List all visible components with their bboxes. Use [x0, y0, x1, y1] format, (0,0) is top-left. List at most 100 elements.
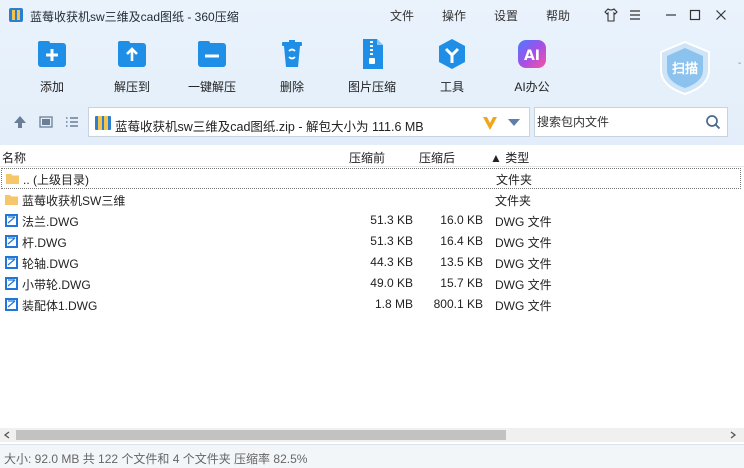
- file-packed-size: 800.1 KB: [433, 297, 483, 311]
- hamburger-icon: [630, 10, 640, 20]
- scroll-right-button[interactable]: [726, 428, 740, 442]
- tools-button[interactable]: 工具: [416, 38, 488, 96]
- zip-file-icon: [363, 39, 383, 69]
- ai-office-button[interactable]: AI AI办公: [496, 38, 568, 96]
- file-packed-size: 16.0 KB: [440, 213, 483, 227]
- list-view-icon[interactable]: [64, 114, 80, 130]
- shirt-icon: [604, 8, 618, 22]
- ai-office-icon: AI: [518, 40, 546, 68]
- dwg-file-icon: [5, 235, 18, 248]
- list-item[interactable]: 小带轮.DWG 49.0 KB 15.7 KB DWG 文件: [0, 273, 744, 294]
- file-size: 1.8 MB: [374, 297, 413, 311]
- menu-file[interactable]: 文件: [390, 7, 414, 24]
- minimize-button[interactable]: [660, 5, 682, 25]
- list-item[interactable]: 蓝莓收获机SW三维 文件夹: [0, 189, 744, 210]
- close-button[interactable]: [710, 5, 732, 25]
- app-window: 蓝莓收获机sw三维及cad图纸 - 360压缩 文件 操作 设置 帮助 添加 解…: [0, 0, 744, 468]
- file-size: 51.3 KB: [370, 213, 413, 227]
- trash-icon: [282, 40, 302, 67]
- right-edge-mark: -: [738, 58, 742, 69]
- search-icon[interactable]: [705, 114, 721, 130]
- file-name: 蓝莓收获机SW三维: [22, 194, 126, 208]
- file-type: DWG 文件: [495, 299, 552, 313]
- maximize-icon: [689, 9, 701, 21]
- file-list-header: 名称 压缩前 压缩后 ▲ 类型: [0, 145, 744, 167]
- column-name[interactable]: 名称: [2, 149, 26, 166]
- add-icon: [38, 41, 66, 67]
- file-type: DWG 文件: [495, 278, 552, 292]
- dwg-file-icon: [5, 214, 18, 227]
- delete-button[interactable]: 删除: [256, 38, 328, 96]
- ai-office-label: AI办公: [514, 80, 550, 94]
- chevron-down-icon[interactable]: [507, 118, 521, 128]
- extract-to-icon: [118, 41, 146, 67]
- path-text: 蓝莓收获机sw三维及cad图纸.zip - 解包大小为 111.6 MB: [115, 120, 424, 134]
- main-menu-button[interactable]: [624, 5, 646, 25]
- menu-settings[interactable]: 设置: [494, 7, 518, 24]
- status-text: 大小: 92.0 MB 共 122 个文件和 4 个文件夹 压缩率 82.5%: [4, 452, 308, 466]
- file-type: 文件夹: [495, 194, 532, 208]
- add-label: 添加: [39, 80, 64, 94]
- file-packed-size: 16.4 KB: [440, 234, 483, 248]
- file-size: 51.3 KB: [370, 234, 413, 248]
- svg-text:AI: AI: [524, 48, 540, 64]
- thumbnail-view-icon[interactable]: [38, 114, 54, 130]
- list-item[interactable]: 法兰.DWG 51.3 KB 16.0 KB DWG 文件: [0, 210, 744, 231]
- maximize-button[interactable]: [684, 5, 706, 25]
- file-name: 轮轴.DWG: [22, 257, 79, 271]
- scan-button[interactable]: 扫描: [655, 40, 715, 96]
- search-input[interactable]: [535, 108, 701, 136]
- add-button[interactable]: 添加: [16, 38, 88, 96]
- column-packed[interactable]: 压缩后: [419, 149, 455, 166]
- file-packed-size: 13.5 KB: [440, 255, 483, 269]
- file-name: .. (上级目录): [23, 173, 89, 187]
- file-name: 杆.DWG: [22, 236, 67, 250]
- list-item[interactable]: 装配体1.DWG 1.8 MB 800.1 KB DWG 文件: [0, 294, 744, 315]
- scrollbar-thumb[interactable]: [16, 430, 506, 440]
- file-name: 法兰.DWG: [22, 215, 79, 229]
- extract-to-label: 解压到: [113, 80, 150, 94]
- address-row: 蓝莓收获机sw三维及cad图纸.zip - 解包大小为 111.6 MB: [0, 104, 744, 140]
- file-type: DWG 文件: [495, 236, 552, 250]
- tools-icon: [439, 39, 465, 69]
- title-bar: 蓝莓收获机sw三维及cad图纸 - 360压缩 文件 操作 设置 帮助: [0, 0, 744, 30]
- file-name: 小带轮.DWG: [22, 278, 91, 292]
- folder-icon: [5, 195, 18, 205]
- delete-label: 删除: [279, 80, 304, 94]
- window-title: 蓝莓收获机sw三维及cad图纸 - 360压缩: [30, 10, 239, 24]
- list-item[interactable]: 杆.DWG 51.3 KB 16.4 KB DWG 文件: [0, 231, 744, 252]
- file-type: 文件夹: [496, 173, 533, 187]
- search-box: [534, 107, 728, 137]
- column-size[interactable]: 压缩前: [349, 149, 385, 166]
- list-item[interactable]: 轮轴.DWG 44.3 KB 13.5 KB DWG 文件: [0, 252, 744, 273]
- verify-check-icon[interactable]: [481, 114, 499, 132]
- app-logo-icon: [9, 8, 23, 22]
- one-click-extract-label: 一键解压: [187, 80, 236, 94]
- skin-button[interactable]: [600, 5, 622, 25]
- scan-label: 扫描: [671, 61, 698, 76]
- image-compress-button[interactable]: 图片压缩: [336, 38, 408, 96]
- one-click-extract-button[interactable]: 一键解压: [176, 38, 248, 96]
- file-type: DWG 文件: [495, 257, 552, 271]
- file-packed-size: 15.7 KB: [440, 276, 483, 290]
- scroll-left-button[interactable]: [0, 428, 14, 442]
- archive-icon: [95, 116, 111, 130]
- file-name: 装配体1.DWG: [22, 299, 98, 313]
- minimize-icon: [666, 14, 676, 16]
- file-size: 49.0 KB: [370, 276, 413, 290]
- horizontal-scrollbar[interactable]: [0, 428, 744, 442]
- dwg-file-icon: [5, 256, 18, 269]
- up-arrow-icon[interactable]: [12, 114, 28, 130]
- path-bar[interactable]: 蓝莓收获机sw三维及cad图纸.zip - 解包大小为 111.6 MB: [88, 107, 530, 137]
- tools-label: 工具: [439, 80, 464, 94]
- one-click-extract-icon: [198, 41, 226, 67]
- menu-operate[interactable]: 操作: [442, 7, 466, 24]
- chevron-left-icon: [3, 431, 10, 439]
- menu-help[interactable]: 帮助: [546, 7, 570, 24]
- extract-to-button[interactable]: 解压到: [96, 38, 168, 96]
- chevron-right-icon: [730, 431, 737, 439]
- column-type[interactable]: ▲ 类型: [490, 149, 529, 166]
- list-item[interactable]: .. (上级目录) 文件夹: [1, 168, 741, 189]
- status-bar: 大小: 92.0 MB 共 122 个文件和 4 个文件夹 压缩率 82.5%: [0, 444, 744, 468]
- dwg-file-icon: [5, 277, 18, 290]
